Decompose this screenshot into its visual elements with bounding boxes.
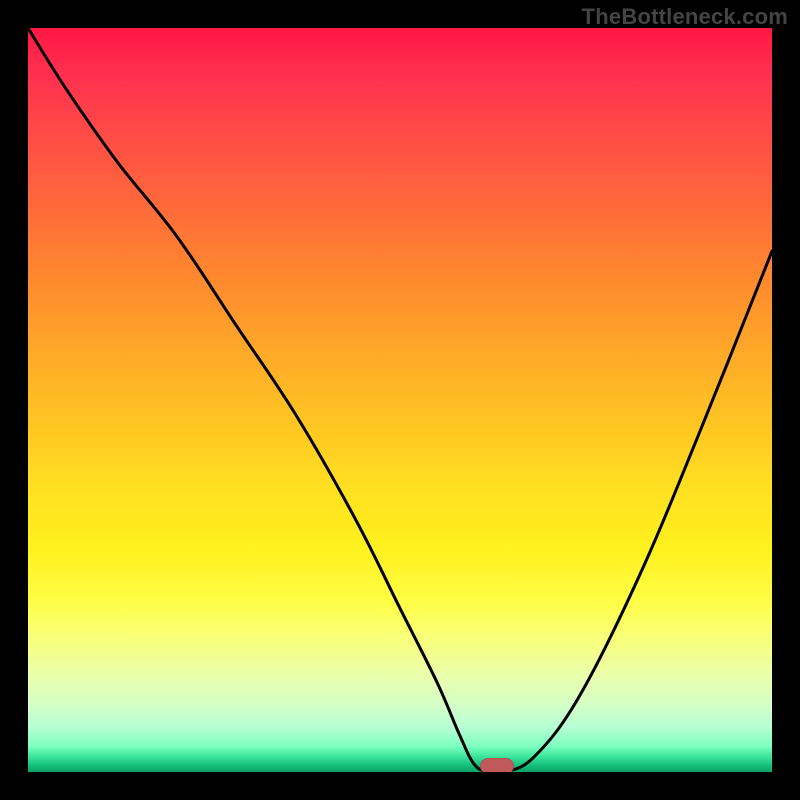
plot-area	[28, 28, 772, 772]
optimal-marker	[480, 758, 514, 772]
bottleneck-curve	[28, 28, 772, 772]
chart-frame: TheBottleneck.com	[0, 0, 800, 800]
watermark-text: TheBottleneck.com	[582, 4, 788, 30]
